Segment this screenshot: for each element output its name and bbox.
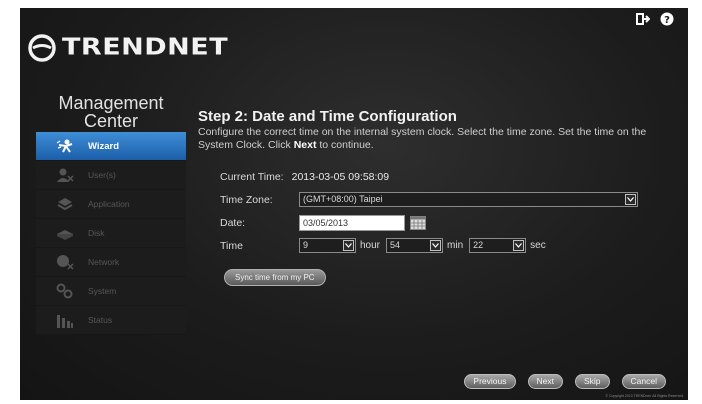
sidebar-item-system[interactable]: System bbox=[36, 277, 186, 306]
sidebar-item-application[interactable]: Application bbox=[36, 190, 186, 219]
chevron-down-icon[interactable] bbox=[430, 240, 442, 251]
wizard-icon bbox=[54, 137, 76, 155]
users-icon bbox=[54, 166, 76, 184]
svg-text:?: ? bbox=[664, 15, 670, 26]
hour-unit-label: hour bbox=[360, 240, 381, 251]
help-icon[interactable]: ? bbox=[660, 12, 674, 26]
sidebar-item-label: Application bbox=[88, 199, 130, 209]
sidebar-item-label: System bbox=[88, 286, 117, 296]
time-row: Time 9 hour 54 min 22 sec bbox=[220, 238, 552, 253]
skip-button[interactable]: Skip bbox=[574, 374, 610, 389]
current-time-row: Current Time: 2013-03-05 09:58:09 bbox=[220, 171, 389, 183]
sidebar-item-label: Wizard bbox=[88, 140, 120, 152]
copyright-text: © Copyright 2013 TRENDnet. All Rights Re… bbox=[605, 394, 684, 398]
logout-icon[interactable] bbox=[636, 12, 650, 26]
sidebar-item-wizard[interactable]: Wizard bbox=[36, 132, 186, 161]
sidebar-item-disk[interactable]: Disk bbox=[36, 219, 186, 248]
page-description: Configure the correct time on the intern… bbox=[198, 126, 668, 152]
sidebar-item-label: Status bbox=[88, 315, 113, 325]
second-value: 22 bbox=[473, 240, 484, 250]
sync-time-button[interactable]: Sync time from my PC bbox=[224, 269, 326, 286]
timezone-row: Time Zone: (GMT+08:00) Taipei bbox=[220, 192, 638, 207]
time-label: Time bbox=[220, 239, 243, 252]
second-unit-label: sec bbox=[530, 240, 546, 251]
sidebar-item-label: User(s) bbox=[88, 170, 116, 180]
minute-value: 54 bbox=[390, 240, 401, 250]
chevron-down-icon[interactable] bbox=[513, 240, 525, 251]
hour-select[interactable]: 9 bbox=[299, 238, 356, 253]
sidebar: Wizard User(s) Application Disk Network bbox=[36, 132, 186, 335]
description-next-bold: Next bbox=[293, 139, 317, 151]
previous-button[interactable]: Previous bbox=[464, 374, 516, 389]
hour-value: 9 bbox=[303, 240, 309, 250]
date-row: Date: 03/05/2013 bbox=[220, 215, 426, 231]
trendnet-logo: TRENDNET bbox=[28, 32, 228, 63]
next-button[interactable]: Next bbox=[527, 374, 563, 389]
chevron-down-icon[interactable] bbox=[343, 240, 354, 251]
sidebar-item-network[interactable]: Network bbox=[36, 248, 186, 277]
network-icon bbox=[54, 253, 76, 271]
current-time-label: Current Time: bbox=[220, 171, 284, 183]
system-icon bbox=[54, 282, 76, 300]
disk-icon bbox=[54, 224, 76, 242]
minute-select[interactable]: 54 bbox=[386, 238, 444, 253]
sidebar-item-status[interactable]: Status bbox=[36, 306, 186, 335]
sidebar-item-users[interactable]: User(s) bbox=[36, 161, 186, 190]
chevron-down-icon[interactable] bbox=[625, 194, 636, 205]
timezone-value: (GMT+08:00) Taipei bbox=[303, 194, 383, 204]
management-center-title: Management Center bbox=[36, 94, 186, 130]
minute-unit-label: min bbox=[447, 240, 464, 251]
calendar-icon[interactable] bbox=[410, 216, 426, 230]
application-icon bbox=[54, 195, 76, 213]
top-icons: ? bbox=[636, 12, 674, 26]
page-title: Step 2: Date and Time Configuration bbox=[198, 108, 457, 125]
description-text-end: to continue. bbox=[316, 139, 374, 151]
mgmt-title-line1: Management bbox=[58, 93, 164, 113]
wizard-buttons: Previous Next Skip Cancel bbox=[464, 374, 666, 389]
cancel-button[interactable]: Cancel bbox=[621, 374, 666, 389]
date-input[interactable]: 03/05/2013 bbox=[299, 215, 405, 231]
current-time-value: 2013-03-05 09:58:09 bbox=[291, 171, 390, 183]
mgmt-title-line2: Center bbox=[83, 111, 139, 131]
timezone-select[interactable]: (GMT+08:00) Taipei bbox=[299, 192, 638, 207]
second-select[interactable]: 22 bbox=[469, 238, 527, 253]
app-frame: ? TRENDNET Management Center Wizard User… bbox=[20, 8, 688, 400]
logo-text: TRENDNET bbox=[62, 34, 229, 61]
date-label: Date: bbox=[220, 217, 246, 229]
sidebar-item-label: Network bbox=[88, 257, 120, 267]
logo-mark-icon bbox=[28, 33, 56, 62]
timezone-label: Time Zone: bbox=[220, 193, 273, 206]
status-icon bbox=[54, 311, 76, 329]
description-text: Configure the correct time on the intern… bbox=[198, 126, 647, 151]
sidebar-item-label: Disk bbox=[88, 228, 105, 238]
